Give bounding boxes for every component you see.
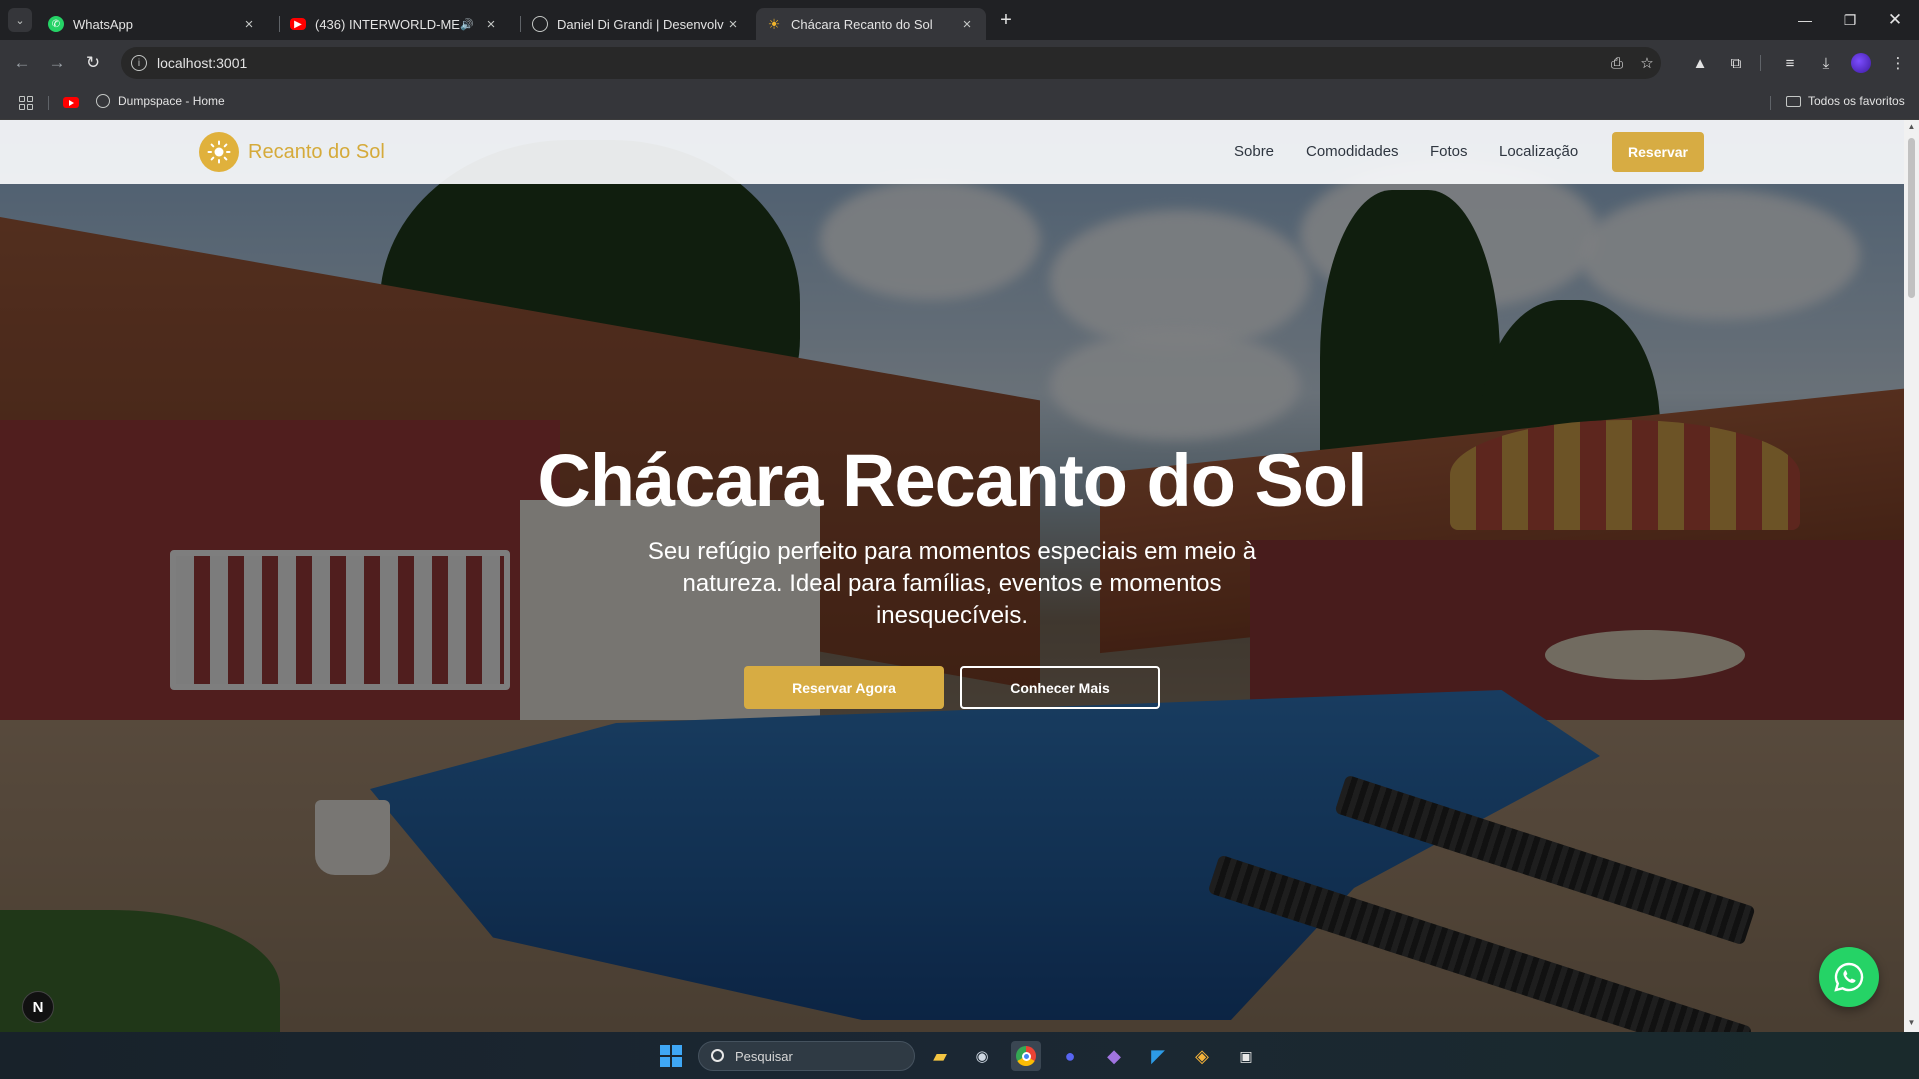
windows-taskbar: Pesquisar ▰ ◉ ● ◆ ◤ ◈ ▣: [0, 1032, 1919, 1079]
download-icon[interactable]: ⤓: [1814, 51, 1838, 75]
search-icon: [711, 1049, 724, 1062]
bookmarks-bar: Dumpspace - Home Todos os favoritos: [0, 86, 1919, 120]
close-window-icon[interactable]: ✕: [1873, 4, 1917, 36]
close-icon[interactable]: ×: [240, 16, 258, 33]
bookmark-label: Dumpspace - Home: [118, 94, 225, 108]
globe-icon: [96, 94, 110, 108]
nav-link-fotos[interactable]: Fotos: [1430, 143, 1468, 160]
bookmark-divider: [48, 96, 49, 110]
whatsapp-icon: [1834, 962, 1864, 992]
back-icon[interactable]: ←: [10, 51, 34, 75]
whatsapp-icon: ✆: [48, 16, 64, 32]
youtube-bookmark[interactable]: [63, 97, 79, 108]
scroll-up-arrow-icon[interactable]: ▲: [1907, 122, 1916, 131]
tab-search-chevron-icon[interactable]: ⌄: [8, 8, 32, 32]
logo-text: Recanto do Sol: [248, 140, 385, 163]
site-navbar: Recanto do Sol Sobre Comodidades Fotos L…: [0, 120, 1904, 184]
bookmark-star-icon[interactable]: ☆: [1637, 53, 1657, 73]
bookmark-divider: [1770, 96, 1771, 110]
apps-grid-icon[interactable]: [19, 96, 33, 110]
audio-playing-icon[interactable]: 🔊: [460, 18, 474, 31]
minimize-icon[interactable]: —: [1783, 4, 1827, 36]
tab-chacara[interactable]: ☀ Chácara Recanto do Sol ×: [756, 8, 986, 40]
hero-title: Chácara Recanto do Sol: [537, 439, 1367, 522]
media-control-icon[interactable]: ≡: [1778, 51, 1802, 75]
close-icon[interactable]: ×: [958, 16, 976, 33]
whatsapp-float-button[interactable]: [1819, 947, 1879, 1007]
tab-whatsapp[interactable]: ✆ WhatsApp ×: [38, 8, 268, 40]
bookmark-dumpspace[interactable]: Dumpspace - Home: [96, 94, 225, 108]
sun-logo-icon: [199, 132, 239, 172]
browser-toolbar: ← → ↻ i localhost:3001 ⎙ ☆ ▲ ⧉ ≡ ⤓ ⋮: [0, 40, 1919, 86]
site-info-icon[interactable]: i: [131, 55, 147, 71]
steam-icon[interactable]: ◉: [967, 1041, 997, 1071]
site-logo[interactable]: Recanto do Sol: [199, 132, 385, 172]
tab-label: Chácara Recanto do Sol: [791, 16, 933, 32]
extension-triangle-icon[interactable]: ▲: [1688, 51, 1712, 75]
scroll-thumb[interactable]: [1908, 138, 1915, 298]
all-bookmarks[interactable]: Todos os favoritos: [1786, 94, 1905, 108]
nextjs-dev-badge[interactable]: N: [22, 991, 54, 1023]
extensions-puzzle-icon[interactable]: ⧉: [1724, 51, 1748, 75]
chrome-icon[interactable]: [1011, 1041, 1041, 1071]
globe-icon: [532, 16, 548, 32]
tab-separator: [520, 16, 521, 32]
install-app-icon[interactable]: ⎙: [1607, 53, 1627, 73]
tab-youtube[interactable]: ▶ (436) INTERWORLD-METAM 🔊 ×: [280, 8, 510, 40]
reload-icon[interactable]: ↻: [81, 51, 105, 75]
visual-studio-icon[interactable]: ◆: [1099, 1041, 1129, 1071]
youtube-icon: [63, 97, 79, 108]
reservar-button[interactable]: Reservar: [1612, 132, 1704, 172]
hero-subtitle: Seu refúgio perfeito para momentos espec…: [647, 538, 1257, 629]
close-icon[interactable]: ×: [482, 16, 500, 33]
nav-link-localizacao[interactable]: Localização: [1499, 143, 1578, 160]
terminal-app-icon[interactable]: ▣: [1231, 1041, 1261, 1071]
tab-daniel[interactable]: Daniel Di Grandi | Desenvolved ×: [522, 8, 752, 40]
reservar-agora-button[interactable]: Reservar Agora: [744, 666, 944, 709]
forward-icon[interactable]: →: [45, 51, 69, 75]
vscode-icon[interactable]: ◤: [1143, 1041, 1173, 1071]
windows-start-icon[interactable]: [660, 1045, 682, 1067]
nav-link-sobre[interactable]: Sobre: [1234, 143, 1274, 160]
address-url: localhost:3001: [157, 55, 248, 71]
profile-avatar[interactable]: [1851, 53, 1871, 73]
toolbar-divider: [1760, 55, 1761, 71]
new-tab-icon[interactable]: +: [995, 8, 1017, 32]
tab-label: (436) INTERWORLD-METAM: [315, 16, 460, 32]
tab-strip: ⌄ ✆ WhatsApp × ▶ (436) INTERWORLD-METAM …: [0, 0, 1919, 40]
nav-link-comodidades[interactable]: Comodidades: [1306, 143, 1399, 160]
folder-icon: [1786, 95, 1801, 107]
close-icon[interactable]: ×: [724, 16, 742, 33]
page-viewport: Recanto do Sol Sobre Comodidades Fotos L…: [0, 120, 1904, 1032]
youtube-icon: ▶: [290, 18, 306, 30]
all-bookmarks-label: Todos os favoritos: [1808, 94, 1905, 108]
sun-icon: ☀: [767, 15, 781, 32]
taskbar-search[interactable]: Pesquisar: [698, 1041, 915, 1071]
conhecer-mais-button[interactable]: Conhecer Mais: [960, 666, 1160, 709]
taskbar-search-placeholder: Pesquisar: [735, 1049, 793, 1064]
discord-icon[interactable]: ●: [1055, 1041, 1085, 1071]
address-bar[interactable]: i localhost:3001 ⎙ ☆: [121, 47, 1661, 79]
restore-icon[interactable]: ❐: [1828, 4, 1872, 36]
tab-label: WhatsApp: [73, 16, 133, 32]
menu-kebab-icon[interactable]: ⋮: [1886, 51, 1910, 75]
scroll-down-arrow-icon[interactable]: ▼: [1907, 1018, 1916, 1027]
tab-label: Daniel Di Grandi | Desenvolved: [557, 16, 724, 32]
page-scrollbar[interactable]: ▲ ▼: [1904, 120, 1919, 1032]
git-tool-icon[interactable]: ◈: [1187, 1041, 1217, 1071]
file-explorer-icon[interactable]: ▰: [925, 1041, 955, 1071]
